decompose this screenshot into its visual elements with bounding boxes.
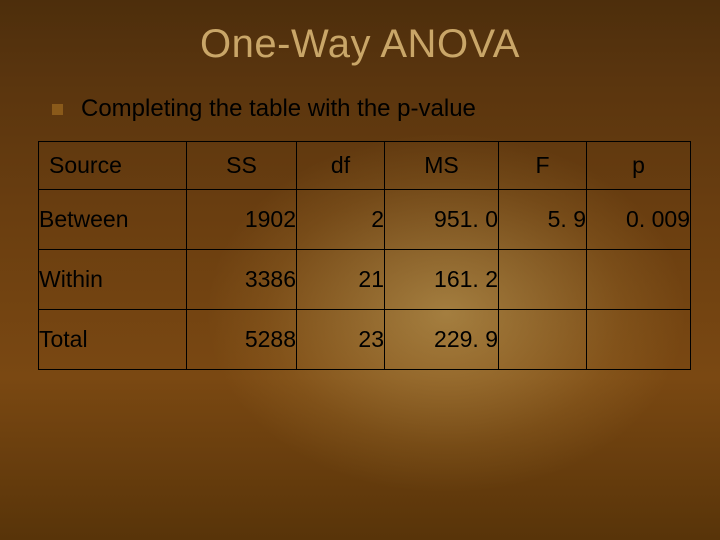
col-header-f: F — [499, 142, 587, 190]
cell-df: 21 — [297, 250, 385, 310]
cell-ms: 161. 2 — [385, 250, 499, 310]
cell-ss: 1902 — [187, 190, 297, 250]
col-header-source: Source — [39, 142, 187, 190]
bullet-line: Completing the table with the p-value — [52, 95, 720, 123]
cell-p — [587, 250, 691, 310]
cell-ms: 951. 0 — [385, 190, 499, 250]
square-bullet-icon — [52, 104, 63, 115]
col-header-df: df — [297, 142, 385, 190]
cell-p: 0. 009 — [587, 190, 691, 250]
cell-f: 5. 9 — [499, 190, 587, 250]
slide-title: One-Way ANOVA — [0, 0, 720, 67]
col-header-ms: MS — [385, 142, 499, 190]
table-header-row: Source SS df MS F p — [39, 142, 691, 190]
cell-source: Total — [39, 310, 187, 370]
cell-p — [587, 310, 691, 370]
cell-ms: 229. 9 — [385, 310, 499, 370]
cell-f — [499, 250, 587, 310]
cell-f — [499, 310, 587, 370]
col-header-ss: SS — [187, 142, 297, 190]
slide: One-Way ANOVA Completing the table with … — [0, 0, 720, 540]
table-row: Total 5288 23 229. 9 — [39, 310, 691, 370]
table-row: Between 1902 2 951. 0 5. 9 0. 009 — [39, 190, 691, 250]
bullet-text: Completing the table with the p-value — [81, 95, 476, 123]
cell-source: Between — [39, 190, 187, 250]
cell-ss: 3386 — [187, 250, 297, 310]
table-row: Within 3386 21 161. 2 — [39, 250, 691, 310]
anova-table: Source SS df MS F p Between 1902 2 951. … — [38, 141, 691, 370]
col-header-p: p — [587, 142, 691, 190]
cell-source: Within — [39, 250, 187, 310]
cell-ss: 5288 — [187, 310, 297, 370]
cell-df: 2 — [297, 190, 385, 250]
cell-df: 23 — [297, 310, 385, 370]
